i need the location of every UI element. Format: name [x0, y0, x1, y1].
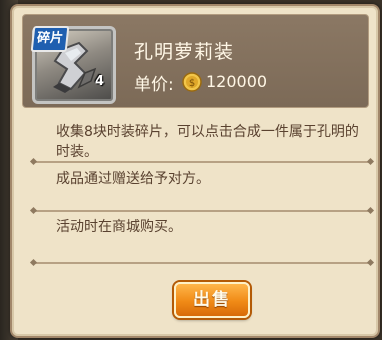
price-label: 单价: [134, 75, 174, 95]
description-gift: 成品通过赠送给予对方。 [56, 171, 210, 187]
sell-button[interactable]: 出售 [174, 282, 250, 318]
divider [34, 262, 370, 264]
divider [34, 210, 370, 212]
divider [34, 161, 370, 163]
item-count: 4 [95, 74, 105, 89]
fragment-badge: 碎片 [30, 26, 70, 52]
item-name: 孔明萝莉装 [134, 41, 235, 63]
silver-coin-icon: $ [182, 72, 202, 92]
price-value: 120000 [206, 72, 268, 91]
description-collect: 收集8块时装碎片，可以点击合成一件属于孔明的时装。 [56, 124, 359, 160]
description-shop: 活动时在商城购买。 [56, 219, 182, 235]
svg-text:$: $ [189, 78, 195, 89]
item-detail-panel: 碎片 4 孔明萝莉装 单价: $ 120000 收集8块时装碎片，可以点击合成一… [10, 4, 380, 338]
